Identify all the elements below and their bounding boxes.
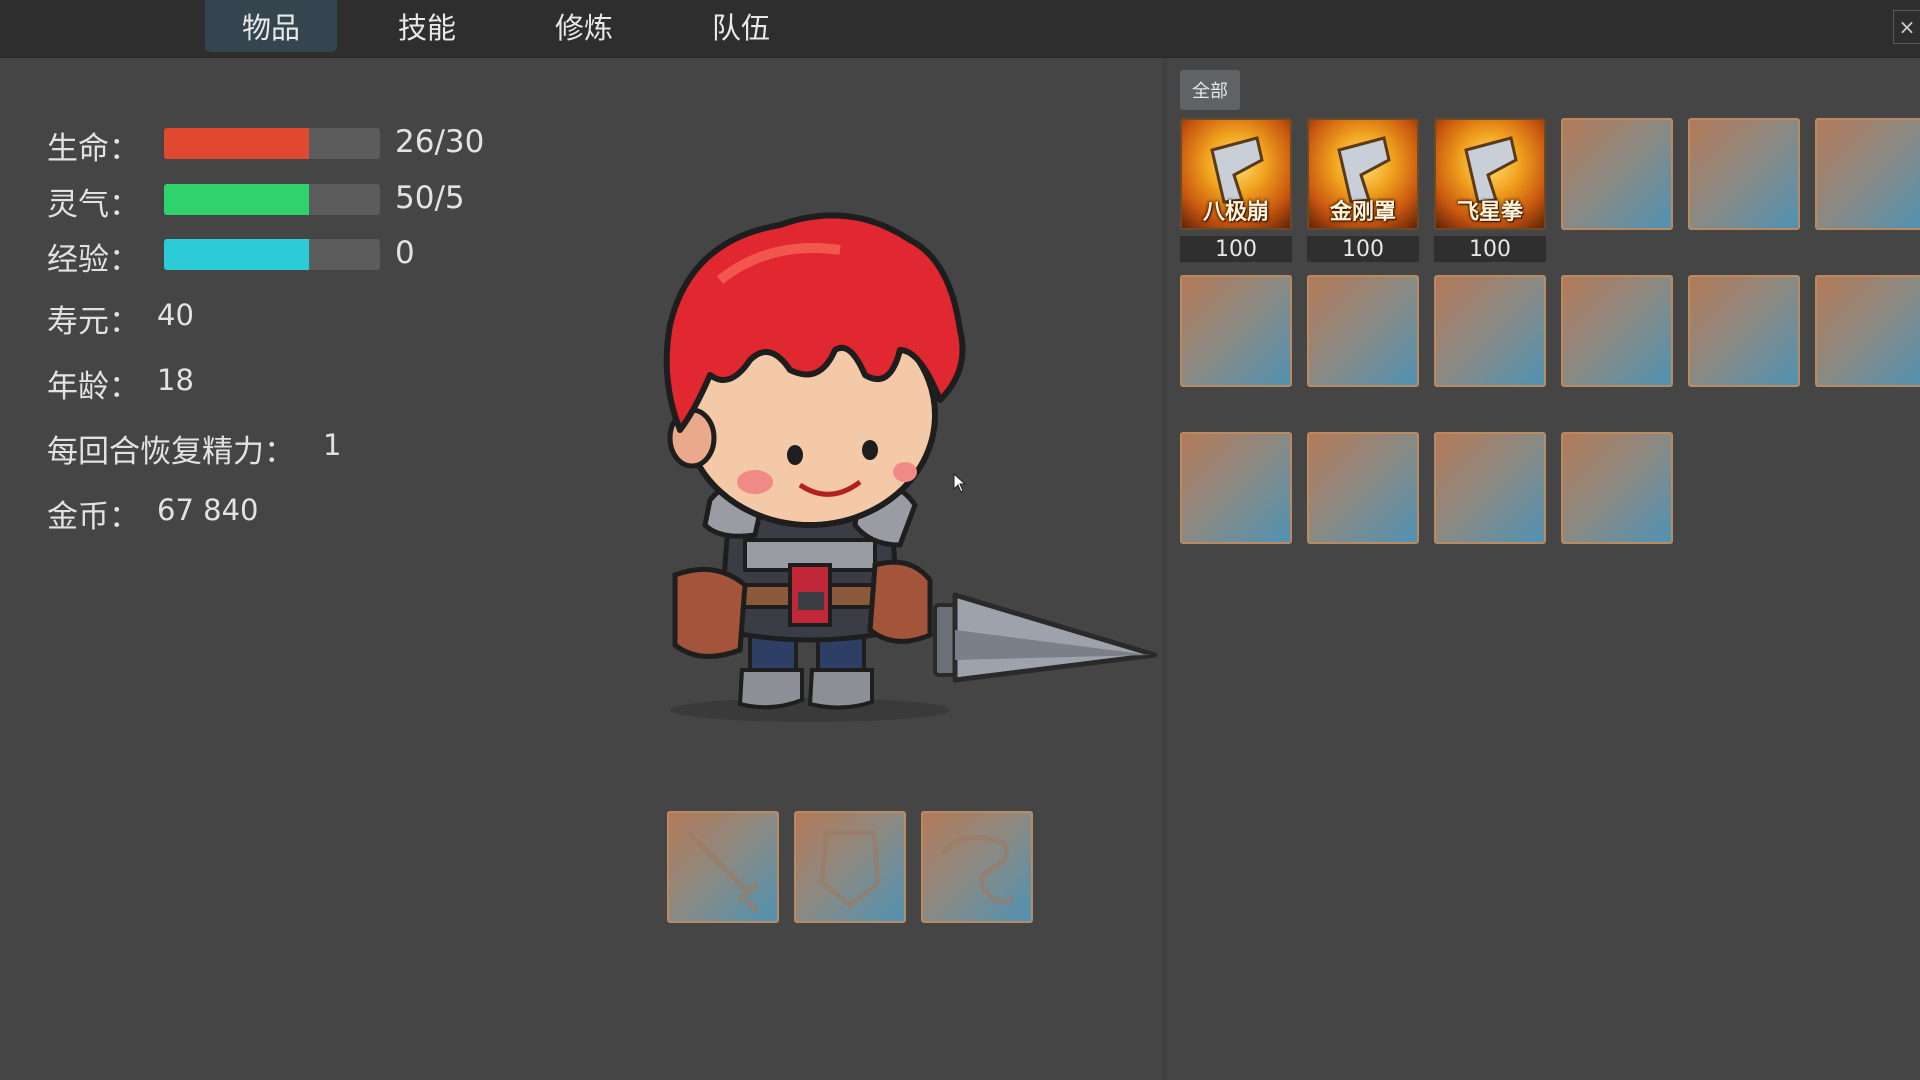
- inventory-item-slot[interactable]: 金刚罩: [1307, 118, 1419, 230]
- tab-cultivation[interactable]: 修炼: [518, 0, 650, 52]
- lifespan-value: 40: [157, 298, 194, 332]
- empty-inventory-slot[interactable]: [1434, 432, 1546, 544]
- empty-inventory-slot[interactable]: [1307, 432, 1419, 544]
- empty-inventory-slot[interactable]: [1307, 275, 1419, 387]
- exp-bar-fill: [164, 239, 309, 270]
- accessory-equip-slot[interactable]: [921, 811, 1033, 923]
- hp-label: 生命：: [47, 131, 140, 167]
- mouse-cursor-icon: [953, 473, 967, 493]
- energy-regen-label: 每回合恢复精力：: [47, 434, 295, 470]
- empty-inventory-slot[interactable]: [1180, 275, 1292, 387]
- armor-equip-slot[interactable]: [794, 811, 906, 923]
- empty-inventory-slot[interactable]: [1688, 118, 1800, 230]
- hp-bar: [164, 128, 380, 159]
- qi-label: 灵气：: [47, 187, 140, 223]
- empty-inventory-slot[interactable]: [1180, 432, 1292, 544]
- tab-skills[interactable]: 技能: [361, 0, 493, 52]
- empty-inventory-slot[interactable]: [1561, 118, 1673, 230]
- age-value: 18: [157, 363, 194, 397]
- empty-inventory-slot[interactable]: [1815, 118, 1920, 230]
- empty-inventory-slot[interactable]: [1561, 432, 1673, 544]
- age-label: 年龄：: [47, 369, 140, 405]
- accessory-slot-icon: [941, 834, 1015, 904]
- character-sprite: [663, 212, 1158, 722]
- sword-slot-icon: [686, 830, 760, 914]
- exp-label: 经验：: [47, 242, 140, 278]
- tab-items[interactable]: 物品: [205, 0, 337, 52]
- empty-inventory-slot[interactable]: [1434, 275, 1546, 387]
- armor-slot-icon: [819, 830, 881, 909]
- item-name: 飞星拳: [1456, 200, 1523, 225]
- close-icon: ×: [1898, 15, 1916, 39]
- gold-value: 67 840: [157, 493, 259, 527]
- lifespan-label: 寿元：: [47, 304, 140, 340]
- inventory-item-slot[interactable]: 飞星拳: [1434, 118, 1546, 230]
- item-name: 八极崩: [1202, 200, 1269, 225]
- qi-bar-fill: [164, 184, 309, 215]
- item-count: 100: [1180, 236, 1292, 262]
- hp-value: 26/30: [395, 124, 485, 160]
- top-tab-bar: 物品 技能 修炼 队伍 ×: [0, 0, 1920, 58]
- close-button[interactable]: ×: [1893, 10, 1920, 44]
- panel-divider: [1163, 58, 1167, 1080]
- item-count: 100: [1307, 236, 1419, 262]
- energy-regen-value: 1: [323, 428, 342, 462]
- item-name: 金刚罩: [1329, 200, 1396, 225]
- weapon-equip-slot[interactable]: [667, 811, 779, 923]
- exp-value: 0: [395, 235, 415, 271]
- inventory-item-slot[interactable]: 八极崩: [1180, 118, 1292, 230]
- qi-bar: [164, 184, 380, 215]
- exp-bar: [164, 239, 380, 270]
- empty-inventory-slot[interactable]: [1561, 275, 1673, 387]
- hp-bar-fill: [164, 128, 309, 159]
- gold-label: 金币：: [47, 499, 140, 535]
- empty-inventory-slot[interactable]: [1815, 275, 1920, 387]
- item-count: 100: [1434, 236, 1546, 262]
- empty-inventory-slot[interactable]: [1688, 275, 1800, 387]
- qi-value: 50/5: [395, 180, 465, 216]
- filter-all-button[interactable]: 全部: [1180, 70, 1240, 110]
- tab-team[interactable]: 队伍: [675, 0, 807, 52]
